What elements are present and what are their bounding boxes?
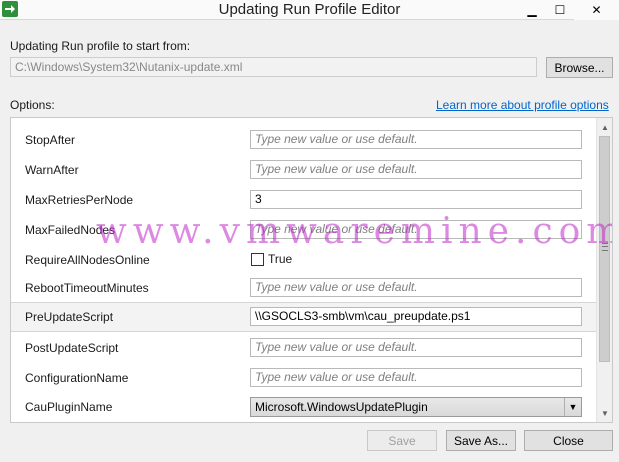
- options-grid: StopAfter Type new value or use default.…: [10, 117, 613, 423]
- profile-path-label: Updating Run profile to start from:: [10, 39, 191, 53]
- option-row-reboottimeoutminutes: RebootTimeoutMinutes Type new value or u…: [11, 273, 597, 303]
- scroll-down-icon[interactable]: ▼: [597, 405, 612, 421]
- option-label: RebootTimeoutMinutes: [25, 281, 149, 295]
- requireallnodesonline-checkbox[interactable]: [251, 253, 264, 266]
- option-label: StopAfter: [25, 133, 76, 147]
- save-button[interactable]: Save: [367, 430, 437, 451]
- option-row-warnafter: WarnAfter Type new value or use default.: [11, 155, 597, 185]
- option-label: CauPluginName: [25, 400, 113, 414]
- close-icon[interactable]: ✕: [574, 0, 619, 20]
- warnafter-input[interactable]: Type new value or use default.: [250, 160, 582, 179]
- configurationname-input[interactable]: Type new value or use default.: [250, 368, 582, 387]
- watermark: www.vmwaremine.com: [96, 211, 613, 252]
- select-value: Microsoft.WindowsUpdatePlugin: [255, 400, 428, 414]
- option-label: ConfigurationName: [25, 371, 129, 385]
- option-row-preupdatescript: PreUpdateScript \\GSOCLS3-smb\vm\cau_pre…: [11, 302, 597, 332]
- option-row-stopafter: StopAfter Type new value or use default.: [11, 125, 597, 155]
- learn-more-link[interactable]: Learn more about profile options: [436, 98, 609, 112]
- save-as-button[interactable]: Save As...: [446, 430, 516, 451]
- option-row-configurationname: ConfigurationName Type new value or use …: [11, 363, 597, 393]
- reboottimeoutminutes-input[interactable]: Type new value or use default.: [250, 278, 582, 297]
- checkbox-label: True: [268, 252, 293, 266]
- title-bar: Updating Run Profile Editor ▁ ☐ ✕: [0, 0, 619, 20]
- option-row-postupdatescript: PostUpdateScript Type new value or use d…: [11, 333, 597, 363]
- close-button[interactable]: Close: [524, 430, 613, 451]
- vertical-scrollbar[interactable]: ▲ ▼: [596, 118, 612, 422]
- chevron-down-icon[interactable]: ▼: [564, 398, 581, 416]
- option-row-caupluginname: CauPluginName Microsoft.WindowsUpdatePlu…: [11, 394, 597, 422]
- option-label: RequireAllNodesOnline: [25, 253, 150, 267]
- maxretriespernode-input[interactable]: 3: [250, 190, 582, 209]
- minimize-icon[interactable]: ▁: [518, 0, 546, 20]
- profile-path-field: C:\Windows\System32\Nutanix-update.xml: [10, 57, 537, 77]
- option-label: PreUpdateScript: [25, 310, 114, 324]
- option-label: MaxRetriesPerNode: [25, 193, 134, 207]
- options-label: Options:: [10, 98, 55, 112]
- browse-button[interactable]: Browse...: [546, 57, 613, 78]
- scroll-up-icon[interactable]: ▲: [597, 119, 612, 135]
- stopafter-input[interactable]: Type new value or use default.: [250, 130, 582, 149]
- option-label: PostUpdateScript: [25, 341, 119, 355]
- preupdatescript-input[interactable]: \\GSOCLS3-smb\vm\cau_preupdate.ps1: [250, 307, 582, 326]
- maximize-icon[interactable]: ☐: [546, 0, 574, 20]
- postupdatescript-input[interactable]: Type new value or use default.: [250, 338, 582, 357]
- option-label: WarnAfter: [25, 163, 79, 177]
- caupluginname-select[interactable]: Microsoft.WindowsUpdatePlugin ▼: [250, 397, 582, 417]
